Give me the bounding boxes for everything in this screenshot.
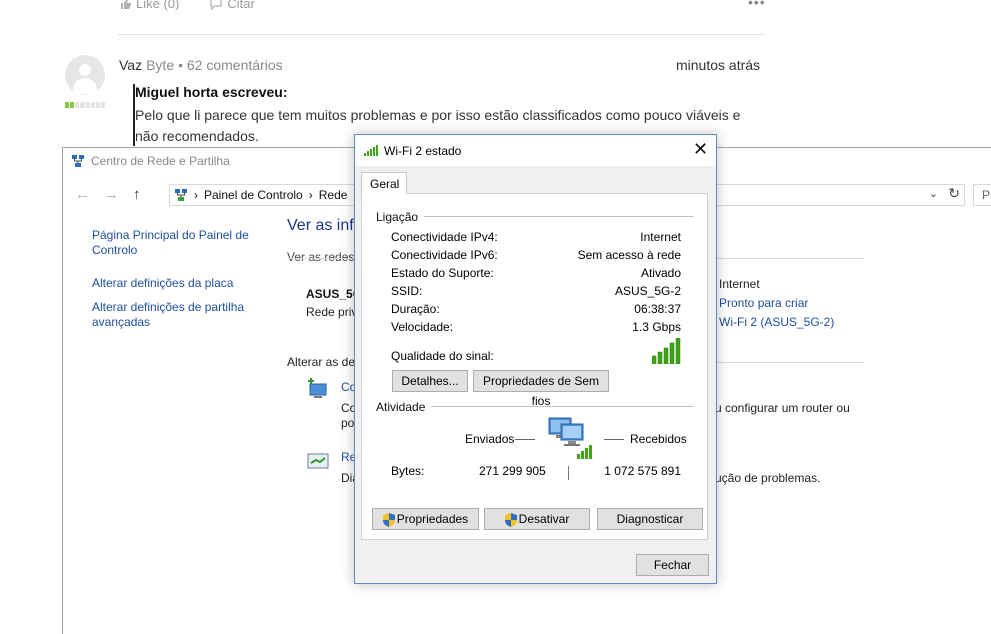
ipv6-value: Sem acesso à rede (577, 248, 681, 262)
window-title: Centro de Rede e Partilha (71, 154, 230, 168)
signal-quality-label: Qualidade do sinal: (391, 349, 494, 363)
wifi-signal-icon (364, 145, 378, 156)
quote-icon (210, 0, 222, 10)
properties-button-label: Propriedades (396, 512, 469, 526)
network-computers-icon (548, 417, 592, 459)
sidebar-item-adapter[interactable]: Alterar definições da placa (92, 276, 262, 291)
properties-button[interactable]: Propriedades (372, 508, 479, 530)
quote-button[interactable]: Citar (209, 0, 255, 11)
ipv4-value: Internet (640, 230, 681, 244)
breadcrumb-separator-icon: › (308, 188, 313, 202)
speed-value: 1.3 Gbps (632, 320, 681, 334)
media-state-label: Estado do Suporte: (391, 266, 494, 280)
speed-label: Velocidade: (391, 320, 454, 334)
user-rank: Byte (146, 57, 175, 73)
ssid-value: ASUS_5G-2 (614, 284, 681, 298)
quote-label: Citar (227, 0, 255, 11)
dialog-titlebar: Wi-Fi 2 estado ✕ (355, 135, 716, 166)
breadcrumb-separator-icon: › (194, 188, 198, 202)
breadcrumb-item[interactable]: Painel de Controlo (204, 188, 303, 202)
rank-bar (65, 102, 105, 108)
sent-dash (515, 439, 535, 440)
comment-count: • 62 comentários (178, 57, 283, 73)
uac-shield-icon (382, 512, 395, 527)
uac-shield-icon (504, 512, 517, 527)
wireless-properties-button[interactable]: Propriedades de Sem fios (473, 370, 609, 408)
access-type: Internet (719, 277, 760, 291)
activity-group-label: Atividade (376, 400, 432, 414)
comment-user[interactable]: Vaz (119, 57, 142, 73)
refresh-icon[interactable]: ↻ (948, 185, 960, 202)
wifi-status-dialog: Wi-Fi 2 estado ✕ Geral Ligação Conectivi… (354, 134, 717, 584)
dialog-panel: Ligação Conectividade IPv4: Internet Con… (361, 193, 708, 540)
nav-buttons: ← → ↑ (75, 186, 141, 203)
section-heading: Alterar as def (287, 355, 365, 369)
received-label: Recebidos (630, 432, 687, 446)
comment-meta: Vaz Byte • 62 comentários (119, 57, 283, 73)
task-desc-line: po (341, 416, 355, 430)
bytes-sent-value: 271 299 905 (479, 464, 546, 478)
post-actions: Like (0) Citar (120, 0, 255, 11)
media-state-value: Ativado (640, 266, 681, 280)
details-button[interactable]: Detalhes... (392, 370, 468, 392)
control-panel-icon (175, 189, 187, 201)
sidebar: Página Principal do Painel de Controlo A… (92, 228, 262, 330)
diagnose-button[interactable]: Diagnosticar (597, 508, 703, 530)
dialog-title: Wi-Fi 2 estado (384, 144, 462, 158)
window-title-text: Centro de Rede e Partilha (91, 154, 230, 168)
tab-general[interactable]: Geral (361, 172, 407, 194)
more-options-icon[interactable]: ••• (748, 0, 766, 10)
disable-button-label: Desativar (518, 512, 570, 526)
avatar[interactable] (65, 55, 105, 95)
up-arrow-icon[interactable]: ↑ (133, 186, 141, 203)
quote-author: Miguel horta escreveu: (135, 84, 288, 100)
new-connection-icon (308, 378, 327, 398)
troubleshoot-icon (307, 453, 329, 469)
close-icon[interactable]: ✕ (693, 139, 708, 160)
ipv4-label: Conectividade IPv4: (391, 230, 498, 244)
homegroup-link[interactable]: Pronto para criar (719, 296, 808, 310)
bytes-divider (568, 466, 569, 480)
network-icon (72, 155, 84, 167)
bytes-label: Bytes: (391, 464, 425, 478)
ssid-label: SSID: (391, 284, 423, 298)
page-title: Ver as info (287, 217, 363, 234)
forward-arrow-icon[interactable]: → (104, 186, 119, 203)
section-subtitle: Ver as redes a (287, 250, 365, 264)
close-button[interactable]: Fechar (636, 554, 709, 576)
network-type: Rede priv (306, 305, 358, 319)
received-dash (604, 439, 624, 440)
breadcrumb-item[interactable]: Rede (319, 188, 348, 202)
forum-background: Like (0) Citar ••• Vaz Byte • 62 comentá… (0, 0, 991, 150)
connection-link[interactable]: Wi-Fi 2 (ASUS_5G-2) (719, 315, 834, 329)
comment-time: minutos atrás (676, 57, 761, 73)
connection-group-label: Ligação (376, 210, 425, 224)
disable-button[interactable]: Desativar (484, 508, 590, 530)
like-label: Like (0) (136, 0, 180, 11)
sidebar-item-sharing[interactable]: Alterar definições de partilha avançadas (92, 300, 262, 330)
thumbs-up-icon (121, 0, 131, 9)
divider (118, 34, 765, 35)
task-troubleshoot-desc-tail: ução de problemas. (715, 471, 821, 485)
sent-label: Enviados (465, 432, 515, 446)
back-arrow-icon[interactable]: ← (75, 186, 90, 203)
bytes-received-value: 1 072 575 891 (604, 464, 681, 478)
chevron-down-icon[interactable]: ⌄ (929, 187, 938, 200)
ipv6-label: Conectividade IPv6: (391, 248, 498, 262)
search-input[interactable]: Pr (973, 184, 991, 206)
signal-strength-icon (652, 338, 681, 364)
sidebar-item-home[interactable]: Página Principal do Painel de Controlo (92, 228, 262, 258)
duration-value: 06:38:37 (634, 302, 681, 316)
like-button[interactable]: Like (0) (120, 0, 179, 11)
duration-label: Duração: (391, 302, 440, 316)
task-setup-connection-desc-tail: u configurar um router ou (715, 401, 850, 415)
